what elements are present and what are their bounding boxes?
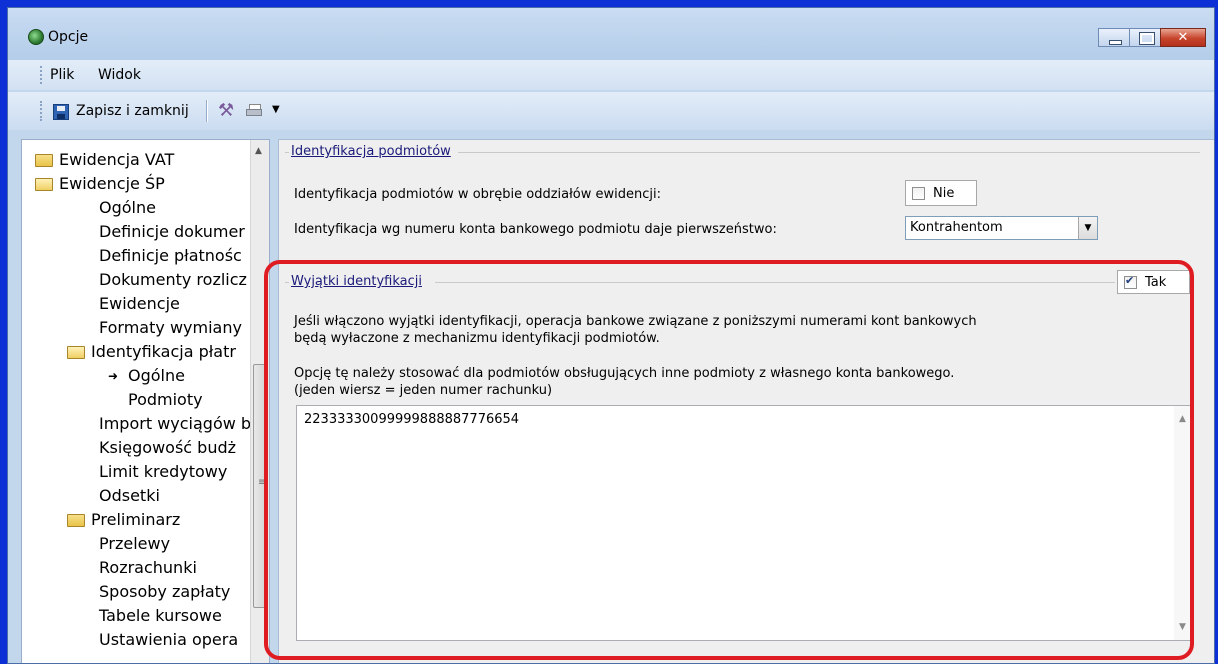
tree-item[interactable]: Definicje płatnośc [99, 244, 242, 268]
folder-open-icon [35, 177, 53, 191]
tree-item[interactable]: Dokumenty rozlicz [99, 268, 247, 292]
tree-item-identyfikacja[interactable]: Identyfikacja płatr [67, 340, 236, 364]
tree-item[interactable]: Księgowość budż [99, 436, 236, 460]
pierwszenstwo-select[interactable]: Kontrahentom ▼ [905, 216, 1098, 240]
scroll-up-icon[interactable]: ▲ [255, 146, 262, 156]
toolbar: Zapisz i zamknij ⚒ ▼ [8, 92, 1214, 130]
group-divider [435, 282, 1115, 283]
tree-item[interactable]: Formaty wymiany [99, 316, 242, 340]
toolbar-separator [206, 100, 208, 122]
close-button[interactable] [1160, 28, 1206, 47]
save-and-close-button[interactable]: Zapisz i zamknij [76, 103, 189, 119]
tree-item-ogolne-selected[interactable]: ➜ Ogólne [106, 364, 185, 388]
chevron-down-icon[interactable]: ▼ [1078, 217, 1097, 239]
menu-widok[interactable]: Widok [98, 67, 141, 83]
scroll-down-icon[interactable]: ▼ [1179, 622, 1186, 632]
menu-grip-icon [40, 66, 44, 84]
menu-plik[interactable]: Plik [50, 67, 74, 83]
options-panel: Identyfikacja podmiotów Identyfikacja po… [278, 139, 1214, 663]
grip-icon: ≡ [258, 477, 267, 488]
folder-open-icon [67, 345, 85, 359]
textarea-value: 22333330099999888887776654 [304, 412, 520, 427]
tree-item-preliminarz[interactable]: Preliminarz [67, 508, 180, 532]
wyjatki-desc-line1: Jeśli włączono wyjątki identyfikacji, op… [294, 314, 977, 329]
tree-item-ewidencja-vat[interactable]: Ewidencja VAT [35, 148, 174, 172]
minimize-button[interactable] [1098, 28, 1130, 47]
identyfikacja-oddzialy-label: Identyfikacja podmiotów w obrębie oddzia… [294, 187, 661, 202]
tools-icon[interactable]: ⚒ [218, 100, 234, 121]
tree-item[interactable]: Tabele kursowe [99, 604, 222, 628]
app-icon [28, 29, 44, 45]
title-bar: Opcje [8, 8, 1214, 60]
identyfikacja-legend: Identyfikacja podmiotów [289, 144, 453, 159]
tree-item[interactable]: Definicje dokumer [99, 220, 245, 244]
toolbar-grip-icon [40, 101, 44, 121]
checkbox-icon [912, 186, 925, 200]
print-dropdown-icon[interactable]: ▼ [272, 104, 280, 115]
nie-checkbox[interactable]: Nie [905, 180, 977, 206]
tree-item[interactable]: Ogólne [99, 196, 156, 220]
wyjatki-desc-line4: (jeden wiersz = jeden numer rachunku) [294, 383, 553, 398]
folder-icon [35, 153, 53, 167]
window-title: Opcje [48, 29, 89, 45]
current-arrow-icon: ➜ [107, 369, 119, 383]
tree-item[interactable]: Limit kredytowy [99, 460, 227, 484]
tree-item[interactable]: Odsetki [99, 484, 160, 508]
account-numbers-textarea[interactable]: 22333330099999888887776654 ▲ ▼ [296, 405, 1193, 641]
wyjatki-desc-line2: będą wyłaczone z mechanizmu identyfikacj… [294, 331, 660, 346]
tak-checkbox[interactable]: Tak [1117, 270, 1190, 294]
group-divider [458, 152, 1200, 153]
tree-item[interactable]: Przelewy [99, 532, 170, 556]
tree-item[interactable]: Rozrachunki [99, 556, 197, 580]
scroll-up-icon[interactable]: ▲ [1179, 414, 1186, 424]
tree-scrollbar[interactable]: ▲ ≡ [250, 140, 269, 663]
maximize-button[interactable] [1129, 28, 1161, 47]
wyjatki-legend: Wyjątki identyfikacji [289, 274, 424, 289]
textarea-scrollbar[interactable]: ▲ ▼ [1174, 406, 1192, 640]
tree-item[interactable]: Ewidencje [99, 292, 180, 316]
tree-item[interactable]: Sposoby zapłaty [99, 580, 230, 604]
folder-icon [67, 513, 85, 527]
options-window: Opcje Plik Widok Zapisz i zamknij ⚒ ▼ Ew… [7, 7, 1215, 664]
wyjatki-desc-line3: Opcję tę należy stosować dla podmiotów o… [294, 366, 955, 381]
options-tree[interactable]: Ewidencja VAT Ewidencje ŚP Ogólne Defini… [21, 139, 270, 663]
identyfikacja-konto-label: Identyfikacja wg numeru konta bankowego … [294, 222, 777, 237]
print-icon[interactable] [246, 104, 262, 118]
window-controls [1098, 28, 1206, 47]
tree-scroll-thumb[interactable]: ≡ [253, 364, 268, 608]
save-icon[interactable] [53, 104, 69, 120]
checkbox-icon [1124, 274, 1137, 289]
tree-item-ewidencje-sp[interactable]: Ewidencje ŚP [35, 172, 165, 196]
tree-item[interactable]: Ustawienia opera [99, 628, 238, 652]
tree-item-podmioty[interactable]: Podmioty [128, 388, 203, 412]
tree-item[interactable]: Import wyciągów b [99, 412, 251, 436]
menu-bar: Plik Widok [8, 60, 1214, 90]
